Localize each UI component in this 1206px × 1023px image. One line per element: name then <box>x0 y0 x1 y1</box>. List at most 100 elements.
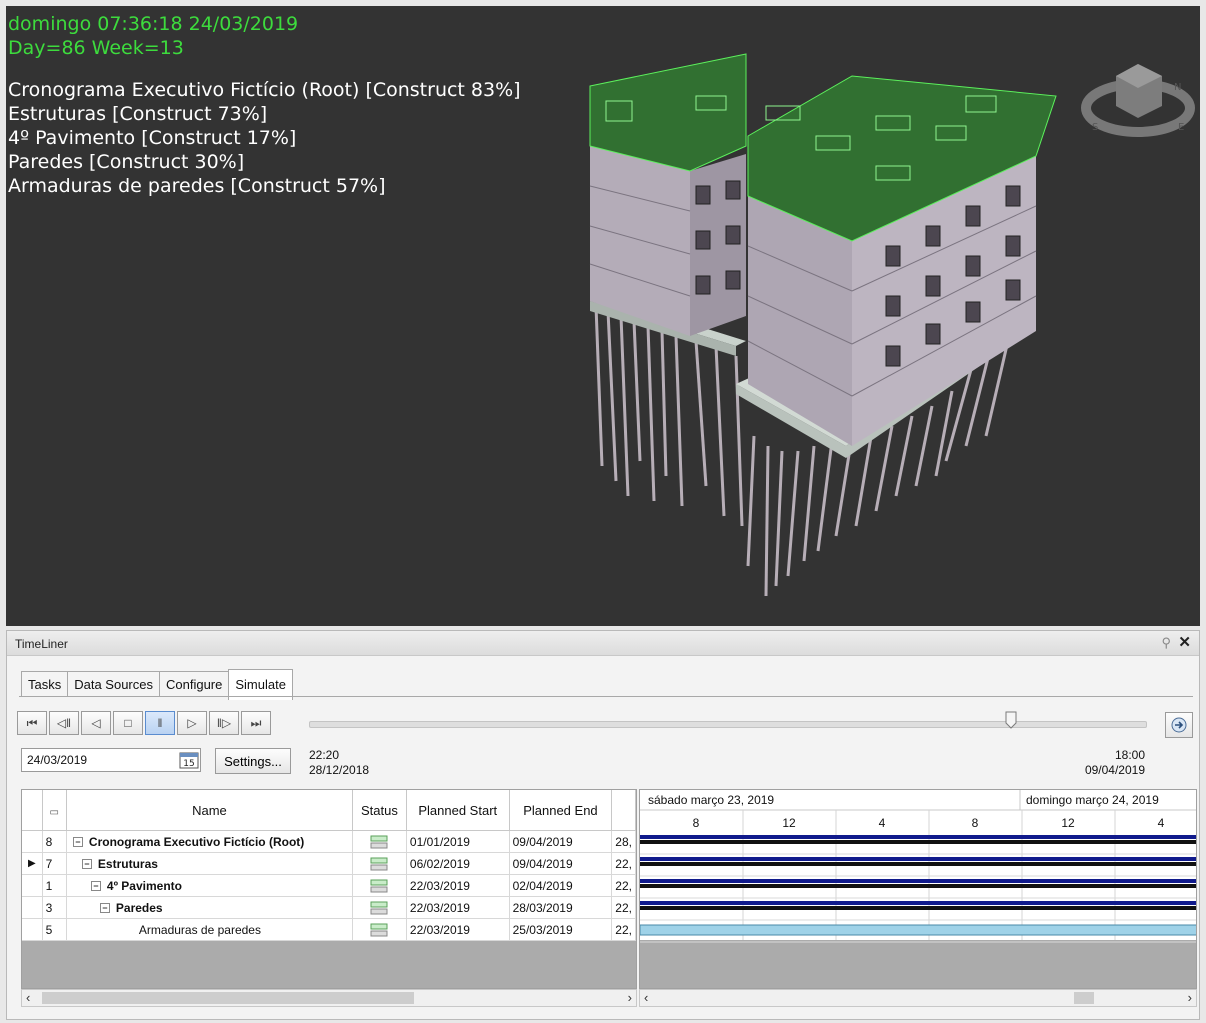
gantt-planned-bar <box>640 884 1196 888</box>
scroll-right-icon[interactable]: › <box>628 990 632 1005</box>
pause-button[interactable]: ‖ <box>145 711 175 735</box>
gantt-planned-bar <box>640 840 1196 844</box>
collapse-icon[interactable]: − <box>99 903 110 914</box>
close-icon[interactable]: ✕ <box>1178 633 1191 651</box>
play-icon: ▷ <box>187 716 197 730</box>
task-id: 8 <box>42 830 67 853</box>
task-name[interactable]: Armaduras de paredes <box>66 918 353 941</box>
gantt-hour-label: 12 <box>1061 816 1075 830</box>
table-row[interactable]: 3− Paredes 22/03/2019 28/03/2019 22, <box>22 896 636 919</box>
status-bar-icon <box>370 923 388 937</box>
range-end-date: 09/04/2019 <box>1084 763 1145 777</box>
task-planned-start: 22/03/2019 <box>406 896 510 919</box>
task-extra: 22, <box>611 874 636 897</box>
gantt-horizontal-scrollbar[interactable]: ‹ › <box>639 989 1197 1007</box>
status-bar-icon <box>370 835 388 849</box>
task-planned-end: 09/04/2019 <box>509 830 613 853</box>
tab-configure[interactable]: Configure <box>159 671 230 697</box>
status-bar-icon <box>370 901 388 915</box>
task-planned-end: 09/04/2019 <box>509 852 613 875</box>
overlay-task-armaduras: Armaduras de paredes [Construct 57%] <box>8 175 386 197</box>
current-date-field[interactable]: 24/03/2019 <box>21 748 201 772</box>
column-status[interactable]: Status <box>352 790 407 831</box>
row-indicator[interactable]: ▶ <box>22 852 43 875</box>
overlay-task-root: Cronograma Executivo Fictício (Root) [Co… <box>8 79 521 101</box>
status-bar-icon <box>370 879 388 893</box>
row-indicator[interactable] <box>22 874 43 897</box>
play-reverse-icon: ◁ <box>91 716 101 730</box>
row-indicator[interactable] <box>22 830 43 853</box>
task-name-label: Estruturas <box>97 856 158 871</box>
collapse-icon[interactable]: − <box>81 859 92 870</box>
simulation-overlay: domingo 07:36:18 24/03/2019 Day=86 Week=… <box>8 12 521 198</box>
task-name[interactable]: − Estruturas <box>66 852 353 875</box>
collapse-icon[interactable]: − <box>90 881 101 892</box>
task-status <box>352 874 407 897</box>
pause-icon: ‖ <box>157 716 163 730</box>
task-id: 5 <box>42 918 67 941</box>
calendar-icon[interactable]: 15 <box>179 752 199 769</box>
task-grid: ▭ Name Status Planned Start Planned End … <box>21 789 637 989</box>
stop-button[interactable]: □ <box>113 711 143 735</box>
row-indicator[interactable] <box>22 896 43 919</box>
task-planned-start: 22/03/2019 <box>406 918 510 941</box>
task-planned-end: 25/03/2019 <box>509 918 613 941</box>
gantt-scroll-right-icon[interactable]: › <box>1188 990 1192 1005</box>
forward-icon: ⏭ <box>250 715 262 730</box>
task-name-label: Paredes <box>115 900 163 915</box>
step-forward-button[interactable]: ‖▷ <box>209 711 239 735</box>
task-name[interactable]: − Cronograma Executivo Fictício (Root) <box>66 830 353 853</box>
timeline-slider-thumb[interactable] <box>1005 711 1017 729</box>
tab-data-sources[interactable]: Data Sources <box>67 671 160 697</box>
id-column-header[interactable]: ▭ <box>42 790 67 831</box>
column-extra[interactable] <box>611 790 636 831</box>
table-row[interactable]: ▶ 7− Estruturas 06/02/2019 09/04/2019 22, <box>22 852 636 875</box>
gantt-hour-label: 12 <box>782 816 796 830</box>
gantt-actual-bar <box>640 857 1196 861</box>
column-name[interactable]: Name <box>66 790 353 831</box>
gantt-planned-bar <box>640 862 1196 866</box>
collapse-icon[interactable]: − <box>72 837 83 848</box>
timeliner-panel: TimeLiner ⚲ ✕ Tasks Data Sources Configu… <box>6 630 1200 1020</box>
timeline-slider-track[interactable] <box>309 721 1147 728</box>
column-planned-end[interactable]: Planned End <box>509 790 613 831</box>
playback-controls: ⏮ ◁‖ ◁ □ ‖ ▷ ‖▷ ⏭ <box>17 711 273 735</box>
gantt-scroll-thumb[interactable] <box>1074 992 1094 1004</box>
task-planned-end: 02/04/2019 <box>509 874 613 897</box>
viewcube-icon: S E N <box>1081 64 1195 137</box>
3d-viewport[interactable]: S E N domingo 07:36:18 24/03/2019 Day=86… <box>6 6 1200 626</box>
pin-icon[interactable]: ⚲ <box>1161 635 1171 651</box>
gantt-chart[interactable]: sábado março 23, 2019 domingo março 24, 2… <box>639 789 1197 989</box>
stop-icon: □ <box>124 716 132 730</box>
row-indicator[interactable] <box>22 918 43 941</box>
gantt-actual-bar <box>640 835 1196 839</box>
grid-horizontal-scrollbar[interactable]: ‹ › <box>21 989 637 1007</box>
range-end: 18:00 09/04/2019 <box>1085 748 1145 778</box>
task-name[interactable]: − Paredes <box>66 896 353 919</box>
gantt-planned-bar <box>640 906 1196 910</box>
step-back-button[interactable]: ◁‖ <box>49 711 79 735</box>
task-extra: 22, <box>611 896 636 919</box>
viewcube-south-label: S <box>1092 122 1098 133</box>
range-start: 22:20 28/12/2018 <box>309 748 369 778</box>
export-button[interactable] <box>1165 712 1193 738</box>
task-name[interactable]: −4º Pavimento <box>66 874 353 897</box>
grid-scroll-thumb[interactable] <box>42 992 414 1004</box>
forward-button[interactable]: ⏭ <box>241 711 271 735</box>
table-row[interactable]: 5 Armaduras de paredes 22/03/2019 25/03/201… <box>22 918 636 941</box>
settings-button[interactable]: Settings... <box>215 748 291 774</box>
column-planned-start[interactable]: Planned Start <box>406 790 510 831</box>
scroll-left-icon[interactable]: ‹ <box>26 990 30 1005</box>
rewind-button[interactable]: ⏮ <box>17 711 47 735</box>
table-row[interactable]: 1−4º Pavimento 22/03/2019 02/04/2019 22, <box>22 874 636 897</box>
gantt-hour-label: 4 <box>879 816 886 830</box>
viewcube-east-label: E <box>1178 122 1184 133</box>
task-planned-start: 06/02/2019 <box>406 852 510 875</box>
play-reverse-button[interactable]: ◁ <box>81 711 111 735</box>
gantt-hour-label: 4 <box>1158 816 1165 830</box>
gantt-scroll-left-icon[interactable]: ‹ <box>644 990 648 1005</box>
table-row[interactable]: 8− Cronograma Executivo Fictício (Root) 01… <box>22 830 636 853</box>
tab-tasks[interactable]: Tasks <box>21 671 69 697</box>
gantt-day-label: sábado março 23, 2019 <box>648 793 774 807</box>
play-button[interactable]: ▷ <box>177 711 207 735</box>
